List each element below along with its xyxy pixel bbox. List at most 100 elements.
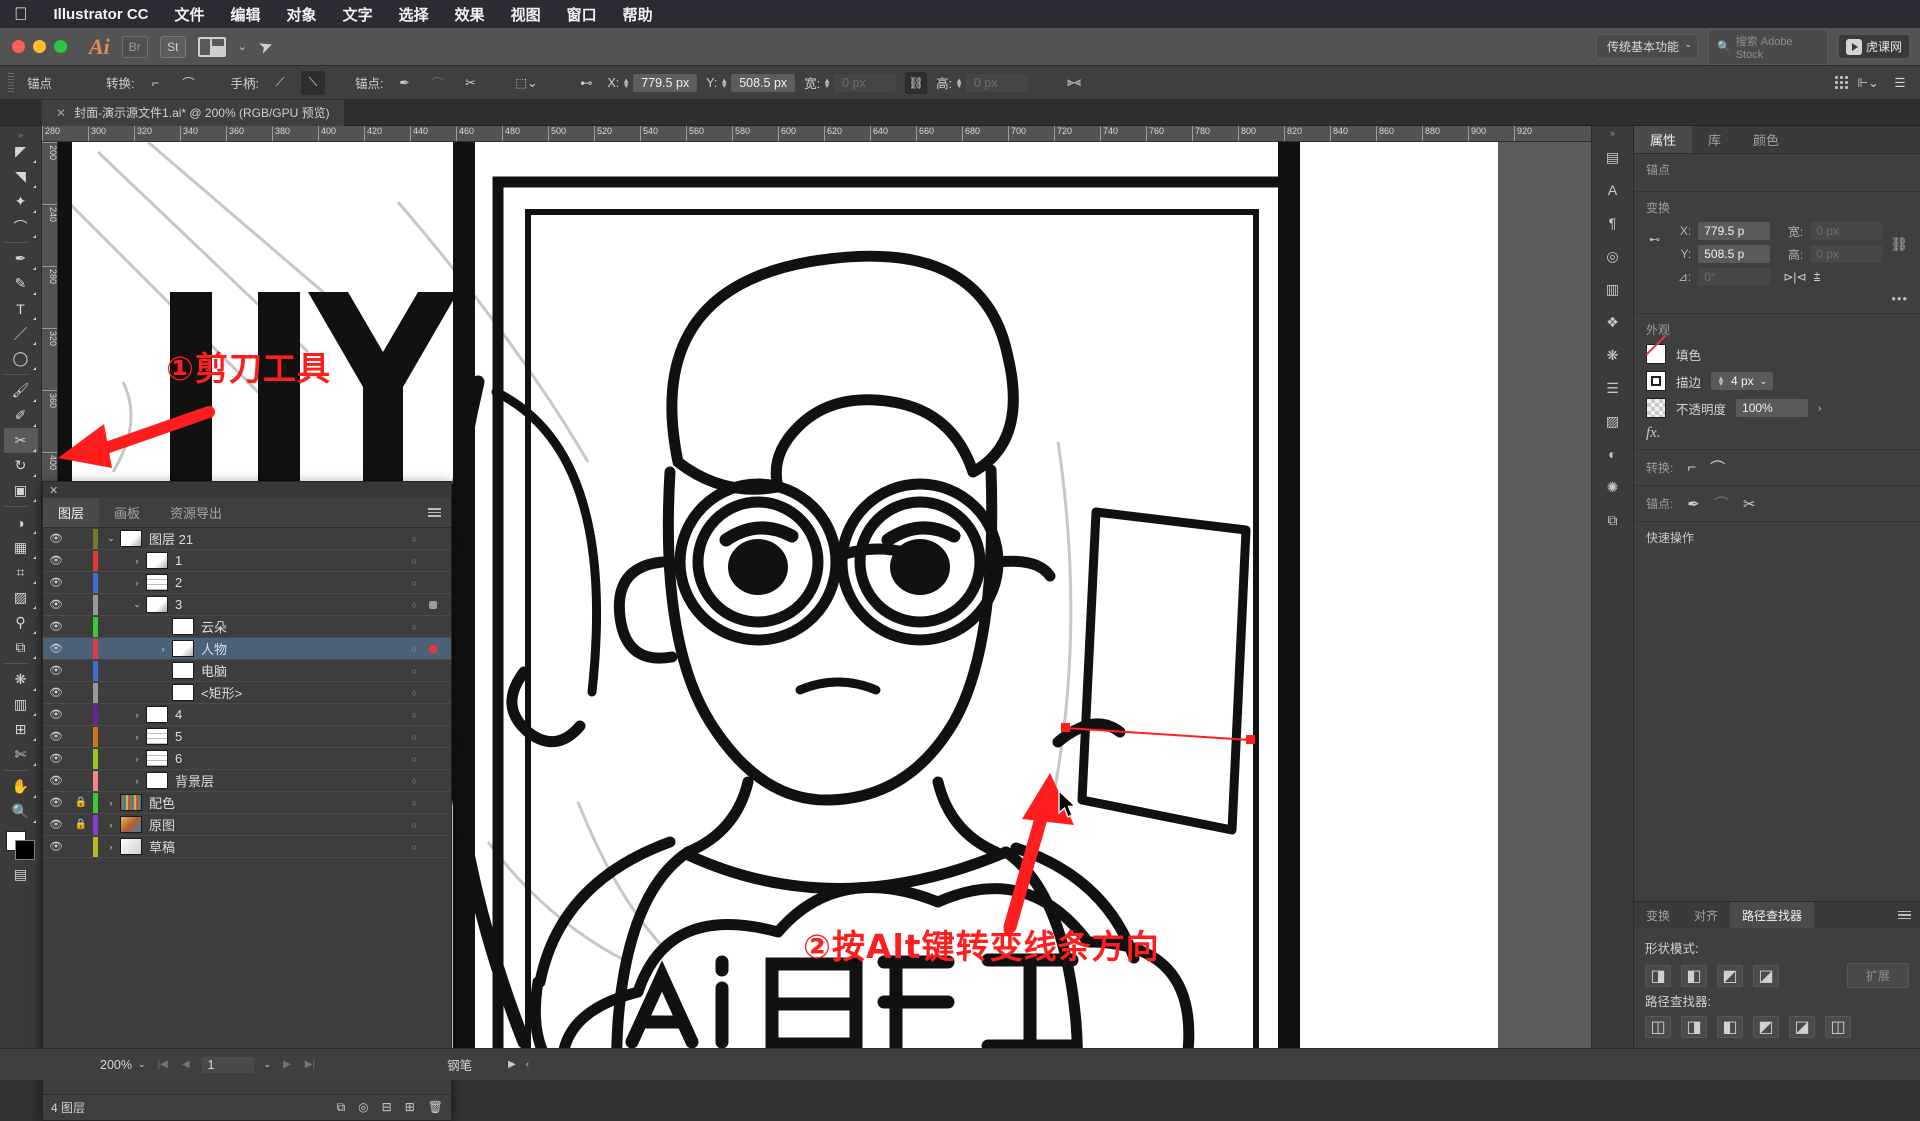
grid-dots-icon[interactable] — [1835, 76, 1848, 89]
layer-target-indicator[interactable]: ○ — [412, 666, 417, 676]
paintbrush-tool[interactable]: 🖌 — [4, 378, 38, 403]
panel-menu-icon[interactable] — [418, 498, 451, 527]
curvature-tool[interactable]: ✎ — [4, 271, 38, 296]
stroke-stepper[interactable]: ▲▼ — [1717, 376, 1725, 386]
mesh-tool[interactable]: ⌗ — [4, 560, 38, 585]
connect-anchors-icon[interactable]: ⌒ — [1714, 493, 1729, 514]
layer-target-indicator[interactable]: ○ — [412, 842, 417, 852]
workspace-switcher[interactable]: 传统基本功能 ⌄ — [1596, 34, 1698, 59]
x-input[interactable]: 779.5 px — [633, 74, 697, 92]
next-artboard-button[interactable]: ▶ — [281, 1059, 293, 1070]
opacity-input[interactable]: 100% — [1736, 399, 1808, 417]
scissors-tool[interactable]: ✂ — [4, 428, 38, 453]
symbols-icon[interactable]: ❖ — [1598, 309, 1628, 335]
menu-item-file[interactable]: 文件 — [175, 4, 205, 25]
layer-row[interactable]: 👁›人物○ — [43, 638, 451, 660]
transform-more-options[interactable]: ••• — [1646, 291, 1908, 306]
transparency-icon[interactable]: ⧉ — [1598, 507, 1628, 533]
pen-tool[interactable]: ✒ — [4, 246, 38, 271]
layer-visibility-icon[interactable]: 👁 — [43, 620, 69, 633]
maximize-window-button[interactable] — [54, 40, 67, 53]
layer-row[interactable]: 👁🔒›配色○ — [43, 792, 451, 814]
layer-name-label[interactable]: 人物 — [201, 639, 227, 658]
panel-menu-icon[interactable]: ⊩⌄ — [1856, 71, 1880, 95]
align-to-icon[interactable]: ⊷ — [574, 71, 598, 95]
x-stepper[interactable]: ▲▼ — [622, 78, 630, 88]
drag-grip[interactable] — [8, 73, 14, 93]
trim-icon[interactable]: ◨ — [1681, 1016, 1707, 1038]
chevron-left-icon[interactable]: ‹ — [526, 1059, 529, 1070]
menu-item-view[interactable]: 视图 — [511, 4, 541, 25]
layer-lock-icon[interactable]: 🔒 — [69, 819, 93, 830]
transform-handles-icon[interactable]: ⫸⫷ — [1062, 71, 1086, 95]
layer-name-label[interactable]: 5 — [175, 729, 182, 744]
status-extra-controls[interactable]: ▶ ‹ — [508, 1059, 529, 1070]
chevron-right-icon[interactable]: › — [1818, 403, 1821, 414]
convert-to-smooth-icon[interactable]: ⌒ — [177, 71, 201, 95]
layer-name-label[interactable]: 1 — [175, 553, 182, 568]
minus-back-icon[interactable]: ◫ — [1825, 1016, 1851, 1038]
layer-action-icons[interactable]: ⧉ ◎ ⊟ ⊞ 🗑 — [337, 1100, 443, 1115]
direct-selection-tool[interactable]: ◥ — [4, 164, 38, 189]
close-icon[interactable]: ✕ — [56, 106, 66, 120]
gradient-icon[interactable]: ▨ — [1598, 408, 1628, 434]
layer-target-indicator[interactable]: ○ — [412, 534, 417, 544]
zoom-tool[interactable]: 🔍 — [4, 799, 38, 824]
remove-anchor-pen-icon[interactable]: ✒ — [392, 71, 416, 95]
line-segment-tool[interactable]: ／ — [4, 321, 38, 346]
color-guide-icon[interactable]: ◐ — [1598, 441, 1628, 467]
unite-icon[interactable]: ◨ — [1645, 965, 1671, 987]
bridge-button[interactable]: Br — [122, 36, 148, 58]
chevron-down-icon[interactable]: ⌄ — [264, 1059, 272, 1070]
tab-asset-export[interactable]: 资源导出 — [155, 498, 237, 527]
layer-disclosure-triangle[interactable]: › — [128, 710, 146, 720]
cut-path-at-anchor-icon[interactable]: ✂ — [1743, 495, 1756, 513]
swatches-icon[interactable]: ❋ — [1598, 342, 1628, 368]
column-graph-tool[interactable]: ▥ — [4, 692, 38, 717]
stroke-icon[interactable]: ◎ — [1598, 243, 1628, 269]
tab-properties[interactable]: 属性 — [1634, 126, 1692, 153]
menu-item-edit[interactable]: 编辑 — [231, 4, 261, 25]
zoom-level-control[interactable]: 200% ⌄ — [100, 1058, 146, 1072]
height-input[interactable]: 0 px — [966, 74, 1028, 92]
width-input[interactable]: 0 px — [834, 74, 896, 92]
width-input[interactable]: 0 px — [1810, 222, 1882, 240]
layer-disclosure-triangle[interactable]: ⌄ — [102, 533, 120, 544]
locate-object-icon[interactable]: ⧉ — [337, 1100, 346, 1115]
layer-row[interactable]: 👁🔒›原图○ — [43, 814, 451, 836]
layer-row[interactable]: 👁›6○ — [43, 748, 451, 770]
divide-icon[interactable]: ◫ — [1645, 1016, 1671, 1038]
layer-row[interactable]: 👁电脑○ — [43, 660, 451, 682]
layer-disclosure-triangle[interactable]: › — [154, 644, 172, 654]
layer-target-indicator[interactable]: ○ — [412, 710, 417, 720]
window-controls[interactable] — [12, 40, 67, 53]
height-input[interactable]: 0 px — [1810, 245, 1882, 263]
dock-grip[interactable]: » — [1610, 128, 1615, 138]
cut-path-at-anchor-icon[interactable]: ✂ — [458, 71, 482, 95]
layer-target-indicator[interactable]: ○ — [412, 578, 417, 588]
arrange-documents-icon[interactable] — [198, 37, 226, 57]
tab-libraries[interactable]: 库 — [1692, 126, 1737, 153]
width-group[interactable]: 宽: ▲▼ 0 px — [804, 73, 896, 92]
layer-visibility-icon[interactable]: 👁 — [43, 664, 69, 677]
opacity-swatch[interactable] — [1646, 398, 1666, 418]
layer-name-label[interactable]: 云朵 — [201, 617, 227, 636]
link-dimensions-icon[interactable]: ⛓ — [1890, 236, 1908, 253]
convert-to-corner-icon[interactable]: ⌐ — [144, 71, 168, 95]
hide-handles-icon[interactable]: ⟍ — [301, 71, 325, 95]
align-icon[interactable]: ☰ — [1598, 375, 1628, 401]
flip-vertical-icon[interactable]: ⩲ — [1813, 270, 1820, 285]
convert-to-corner-icon[interactable]: ⌐ — [1687, 459, 1696, 476]
eyedropper-tool[interactable]: ⚲ — [4, 610, 38, 635]
height-stepper[interactable]: ▲▼ — [955, 78, 963, 88]
layer-name-label[interactable]: 6 — [175, 751, 182, 766]
y-stepper[interactable]: ▲▼ — [720, 78, 728, 88]
layer-target-indicator[interactable]: ○ — [412, 644, 417, 654]
close-icon[interactable]: ✕ — [49, 484, 58, 497]
stroke-swatch[interactable] — [15, 840, 35, 860]
tab-transform[interactable]: 变换 — [1634, 902, 1682, 928]
expand-button[interactable]: 扩展 — [1847, 963, 1909, 988]
type-tool[interactable]: T — [4, 296, 38, 321]
first-artboard-button[interactable]: |◀ — [156, 1059, 170, 1070]
layer-target-indicator[interactable]: ○ — [412, 776, 417, 786]
